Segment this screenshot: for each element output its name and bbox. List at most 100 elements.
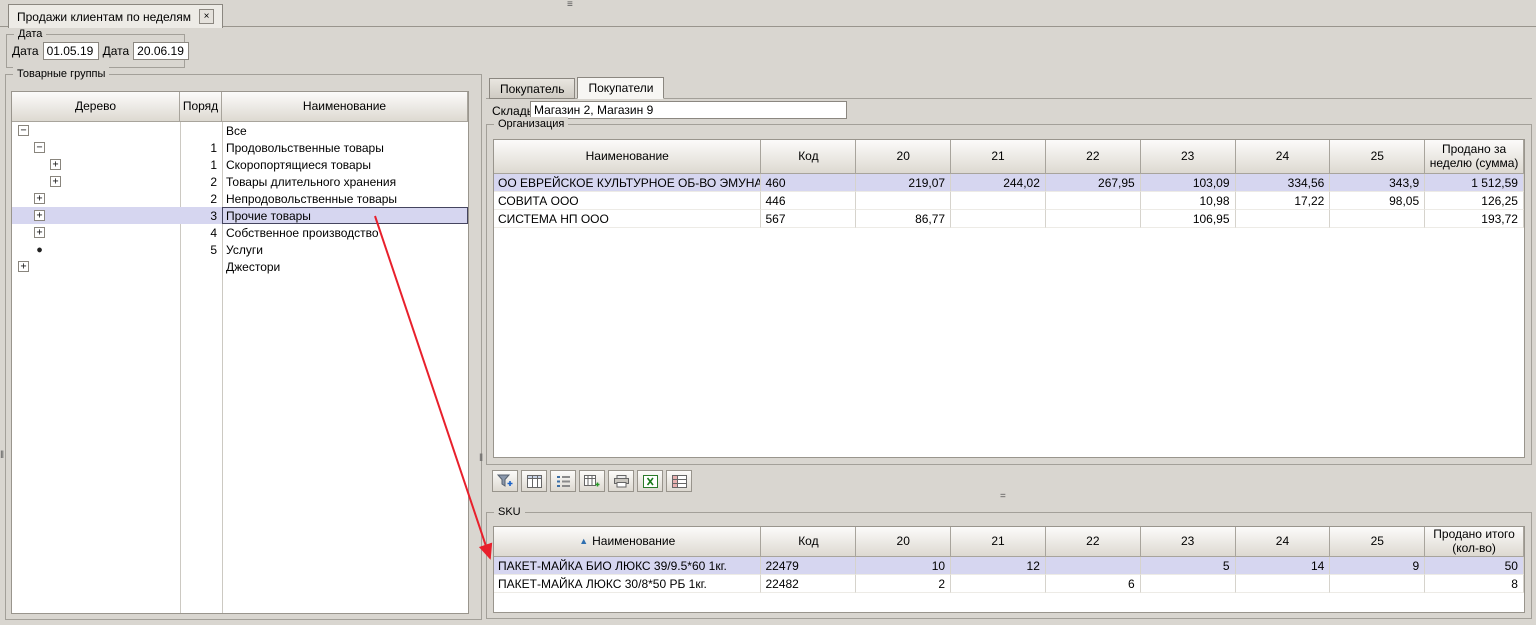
horizontal-splitter-handle[interactable]: = [1000,493,1006,501]
order-cell: 1 [180,139,222,156]
collapse-icon[interactable]: − [18,125,29,136]
tree-row[interactable]: ● 5 Услуги [12,241,468,258]
column-header-name-label: Наименование [592,535,675,549]
warehouses-input[interactable] [530,101,847,119]
week-cell [1046,192,1141,210]
top-splitter-handle[interactable]: ≡ [567,1,573,9]
table-row-selected[interactable]: ОО ЕВРЕЙСКОЕ КУЛЬТУРНОЕ ОБ-ВО ЭМУНА 460 … [494,174,1524,192]
order-cell: 4 [180,224,222,241]
code-cell: 22482 [761,575,856,593]
total-cell: 8 [1425,575,1524,593]
tree-row[interactable]: + 1 Скоропортящиеся товары [12,156,468,173]
week-cell: 12 [951,557,1046,575]
date-from-input[interactable] [43,42,99,60]
week-cell: 106,95 [1141,210,1236,228]
date-groupbox-legend: Дата [14,27,46,41]
column-header-total[interactable]: Продано за неделю (сумма) [1425,140,1524,174]
table-format-icon[interactable] [666,470,692,492]
name-cell: СИСТЕМА НП ООО [494,210,761,228]
tree-row[interactable]: − Все [12,122,468,139]
tree-row[interactable]: + 2 Товары длительного хранения [12,173,468,190]
warehouses-label: Склады [492,104,535,118]
excel-export-icon[interactable] [637,470,663,492]
column-header-week-24[interactable]: 24 [1236,527,1331,557]
column-header-week-22[interactable]: 22 [1046,140,1141,174]
tree-row[interactable]: − 1 Продовольственные товары [12,139,468,156]
table-row[interactable]: ПАКЕТ-МАЙКА ЛЮКС 30/8*50 РБ 1кг. 22482 2… [494,575,1524,593]
close-icon[interactable]: × [199,9,214,24]
column-header-week-24[interactable]: 24 [1236,140,1331,174]
column-header-week-21[interactable]: 21 [951,527,1046,557]
list-settings-icon[interactable] [550,470,576,492]
expand-icon[interactable]: + [50,159,61,170]
column-header-name[interactable]: Наименование [494,140,761,174]
total-cell: 50 [1425,557,1524,575]
columns-icon[interactable] [521,470,547,492]
column-header-code[interactable]: Код [761,140,856,174]
name-cell: Джестори [222,258,468,275]
column-header-tree[interactable]: Дерево [12,92,180,122]
tree-cell: + [12,258,180,275]
column-header-order[interactable]: Поряд [180,92,222,122]
week-cell [1330,210,1425,228]
sku-table: ▲ Наименование Код 20 21 22 23 24 25 Про… [493,526,1525,613]
tab-buyers[interactable]: Покупатели [577,77,664,99]
week-cell: 103,09 [1141,174,1236,192]
table-row[interactable]: СОВИТА ООО 446 10,98 17,22 98,05 126,25 [494,192,1524,210]
column-header-week-21[interactable]: 21 [951,140,1046,174]
week-cell: 244,02 [951,174,1046,192]
table-add-icon[interactable] [579,470,605,492]
table-row[interactable]: СИСТЕМА НП ООО 567 86,77 106,95 193,72 [494,210,1524,228]
week-cell: 2 [856,575,951,593]
order-cell: 2 [180,190,222,207]
collapse-icon[interactable]: − [34,142,45,153]
expand-icon[interactable]: + [34,193,45,204]
column-header-week-23[interactable]: 23 [1141,527,1236,557]
name-cell: Продовольственные товары [222,139,468,156]
column-header-week-20[interactable]: 20 [856,527,951,557]
tree-row[interactable]: + Джестори [12,258,468,275]
tree-header-row: Дерево Поряд Наименование [12,92,468,122]
tab-buyer-label: Покупатель [500,82,564,96]
column-header-week-22[interactable]: 22 [1046,527,1141,557]
total-cell: 1 512,59 [1425,174,1524,192]
document-tab[interactable]: Продажи клиентам по неделям × [8,4,223,28]
expand-icon[interactable]: + [18,261,29,272]
week-cell [1330,575,1425,593]
week-cell [951,192,1046,210]
order-cell: 3 [180,207,222,224]
date-from-label: Дата [12,44,39,58]
column-header-name[interactable]: Наименование [222,92,468,122]
column-header-week-23[interactable]: 23 [1141,140,1236,174]
week-cell: 219,07 [856,174,951,192]
column-header-week-25[interactable]: 25 [1330,140,1425,174]
tree-row-selected[interactable]: + 3 Прочие товары [12,207,468,224]
code-cell: 22479 [761,557,856,575]
left-edge-splitter-handle[interactable]: ‖ [0,452,4,460]
expand-icon[interactable]: + [50,176,61,187]
column-header-total[interactable]: Продано итого (кол-во) [1425,527,1524,557]
tree-cell: + [12,224,180,241]
expand-icon[interactable]: + [34,227,45,238]
column-header-code[interactable]: Код [761,527,856,557]
name-cell: Все [222,122,468,139]
tree-cell: − [12,139,180,156]
print-icon[interactable] [608,470,634,492]
filter-add-icon[interactable] [492,470,518,492]
tree-row[interactable]: + 2 Непродовольственные товары [12,190,468,207]
date-to-input[interactable] [133,42,189,60]
panel-splitter-handle[interactable]: ‖ [479,455,483,463]
organization-table: Наименование Код 20 21 22 23 24 25 Прода… [493,139,1525,458]
table-row-selected[interactable]: ПАКЕТ-МАЙКА БИО ЛЮКС 39/9.5*60 1кг. 2247… [494,557,1524,575]
expand-icon[interactable]: + [34,210,45,221]
code-cell: 460 [761,174,856,192]
sort-asc-icon: ▲ [579,536,588,546]
column-header-week-25[interactable]: 25 [1330,527,1425,557]
tree-cell: + [12,173,180,190]
name-cell: Товары длительного хранения [222,173,468,190]
tree-row[interactable]: + 4 Собственное производство [12,224,468,241]
column-header-week-20[interactable]: 20 [856,140,951,174]
week-cell [856,192,951,210]
column-header-name[interactable]: ▲ Наименование [494,527,761,557]
tab-buyer[interactable]: Покупатель [489,78,575,99]
